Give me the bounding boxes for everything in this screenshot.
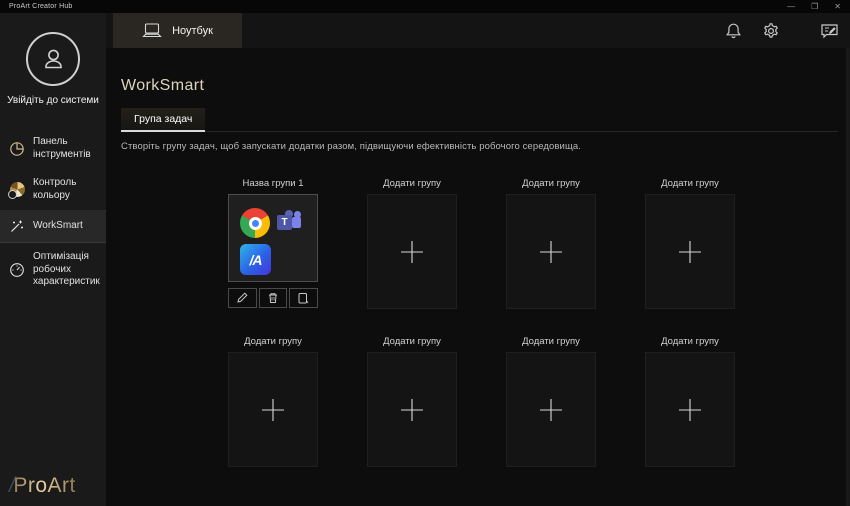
tabstrip: Група задач: [121, 108, 838, 132]
worksmart-page: WorkSmart Група задач Створіть групу зад…: [106, 48, 850, 467]
add-group-label: Додати групу: [367, 336, 457, 347]
myasus-icon: /A: [240, 244, 271, 275]
gauge-icon: [8, 262, 26, 278]
plus-icon: [260, 397, 286, 423]
add-group-card[interactable]: [228, 352, 318, 467]
plus-icon: [399, 239, 425, 265]
sidebar-item-color-control[interactable]: Контроль кольору: [0, 169, 106, 210]
tab-task-group[interactable]: Група задач: [121, 108, 205, 132]
topbar-icons: [725, 13, 839, 48]
page-description: Створіть групу задач, щоб запускати дода…: [121, 141, 850, 152]
add-group-label: Додати групу: [645, 178, 735, 189]
sign-in-label[interactable]: Увійдіть до системи: [7, 95, 99, 107]
add-group-card[interactable]: [367, 352, 457, 467]
plus-icon: [399, 397, 425, 423]
launch-icon: [297, 292, 310, 305]
sidebar-item-label: WorkSmart: [33, 220, 83, 233]
wand-icon: [8, 218, 26, 234]
sidebar-nav: Панель інструментів Контроль кольору: [0, 128, 106, 297]
task-group-card[interactable]: T /A: [228, 194, 318, 282]
feedback-icon[interactable]: [820, 22, 839, 40]
group-actions: [228, 288, 318, 308]
window-title: ProArt Creator Hub: [9, 3, 73, 10]
color-wheel-icon: [8, 182, 26, 197]
launch-group-button[interactable]: [289, 288, 318, 308]
scrollbar[interactable]: [846, 48, 850, 506]
add-group-cell: Додати групу: [367, 336, 457, 467]
topbar: Ноутбук: [106, 13, 850, 48]
teams-icon: T: [277, 212, 302, 234]
delete-group-button[interactable]: [259, 288, 288, 308]
plus-icon: [538, 239, 564, 265]
task-group-cell: Назва групи 1 T /A: [228, 178, 318, 309]
plus-icon: [538, 397, 564, 423]
edit-icon: [236, 292, 248, 304]
plus-icon: [677, 239, 703, 265]
edit-group-button[interactable]: [228, 288, 257, 308]
sidebar-item-dashboard[interactable]: Панель інструментів: [0, 128, 106, 169]
add-group-label: Додати групу: [367, 178, 457, 189]
close-icon[interactable]: ✕: [834, 3, 841, 11]
page-title: WorkSmart: [121, 48, 850, 95]
proart-creator-hub-window: ProArt Creator Hub — ❐ ✕ Увійдіть до сис…: [0, 0, 850, 506]
sidebar-item-label: Контроль кольору: [33, 177, 102, 202]
sidebar-item-label: Оптимізація робочих характеристик: [33, 251, 102, 289]
add-group-cell: Додати групу: [645, 178, 735, 309]
bell-icon[interactable]: [725, 22, 742, 40]
group-grid: Назва групи 1 T /A: [228, 178, 850, 467]
add-group-label: Додати групу: [645, 336, 735, 347]
maximize-icon[interactable]: ❐: [811, 3, 818, 11]
dashboard-icon: [8, 141, 26, 157]
person-icon: [40, 46, 67, 73]
device-tab-label: Ноутбук: [172, 25, 213, 37]
add-group-card[interactable]: [506, 194, 596, 309]
titlebar: ProArt Creator Hub — ❐ ✕: [0, 0, 850, 13]
add-group-card[interactable]: [506, 352, 596, 467]
add-group-card[interactable]: [367, 194, 457, 309]
group-name: Назва групи 1: [228, 178, 318, 189]
device-tab-laptop[interactable]: Ноутбук: [113, 13, 242, 48]
laptop-icon: [142, 22, 162, 39]
add-group-cell: Додати групу: [506, 178, 596, 309]
sidebar-item-performance-optimization[interactable]: Оптимізація робочих характеристик: [0, 243, 106, 297]
sidebar-item-worksmart[interactable]: WorkSmart: [0, 210, 106, 242]
add-group-cell: Додати групу: [645, 336, 735, 467]
sidebar: Увійдіть до системи Панель інструментів: [0, 13, 106, 506]
window-controls: — ❐ ✕: [787, 3, 841, 11]
proart-logo: /ProArt: [9, 474, 76, 498]
main-area: Ноутбук: [106, 13, 850, 506]
plus-icon: [677, 397, 703, 423]
minimize-icon[interactable]: —: [787, 3, 795, 11]
add-group-label: Додати групу: [506, 336, 596, 347]
add-group-cell: Додати групу: [367, 178, 457, 309]
add-group-card[interactable]: [645, 352, 735, 467]
add-group-cell: Додати групу: [228, 336, 318, 467]
chrome-icon: [240, 208, 270, 238]
add-group-card[interactable]: [645, 194, 735, 309]
gear-icon[interactable]: [762, 22, 780, 40]
sidebar-item-label: Панель інструментів: [33, 136, 102, 161]
add-group-label: Додати групу: [228, 336, 318, 347]
add-group-cell: Додати групу: [506, 336, 596, 467]
delete-icon: [267, 292, 279, 304]
add-group-label: Додати групу: [506, 178, 596, 189]
avatar[interactable]: [26, 32, 80, 86]
